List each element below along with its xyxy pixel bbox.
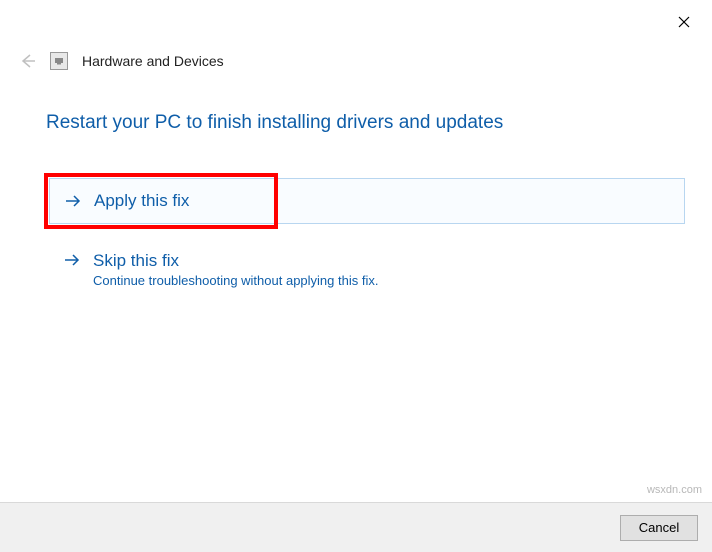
apply-fix-label: Apply this fix xyxy=(94,191,189,211)
close-button[interactable] xyxy=(674,12,694,32)
dialog-footer: Cancel xyxy=(0,502,712,552)
arrow-right-icon xyxy=(64,192,82,210)
main-heading: Restart your PC to finish installing dri… xyxy=(46,112,503,134)
dialog-header: Hardware and Devices xyxy=(18,52,224,70)
skip-fix-option[interactable]: Skip this fix Continue troubleshooting w… xyxy=(63,251,378,288)
back-arrow-icon xyxy=(18,52,36,70)
cancel-button[interactable]: Cancel xyxy=(620,515,698,541)
watermark-text: wsxdn.com xyxy=(647,484,702,496)
skip-fix-label: Skip this fix xyxy=(93,251,378,271)
close-icon xyxy=(678,16,690,28)
arrow-right-icon xyxy=(63,251,81,269)
skip-fix-subtitle: Continue troubleshooting without applyin… xyxy=(93,273,378,288)
apply-fix-option[interactable]: Apply this fix xyxy=(49,178,685,224)
troubleshooter-icon xyxy=(50,52,68,70)
cancel-label: Cancel xyxy=(639,520,679,535)
dialog-title: Hardware and Devices xyxy=(82,53,224,69)
